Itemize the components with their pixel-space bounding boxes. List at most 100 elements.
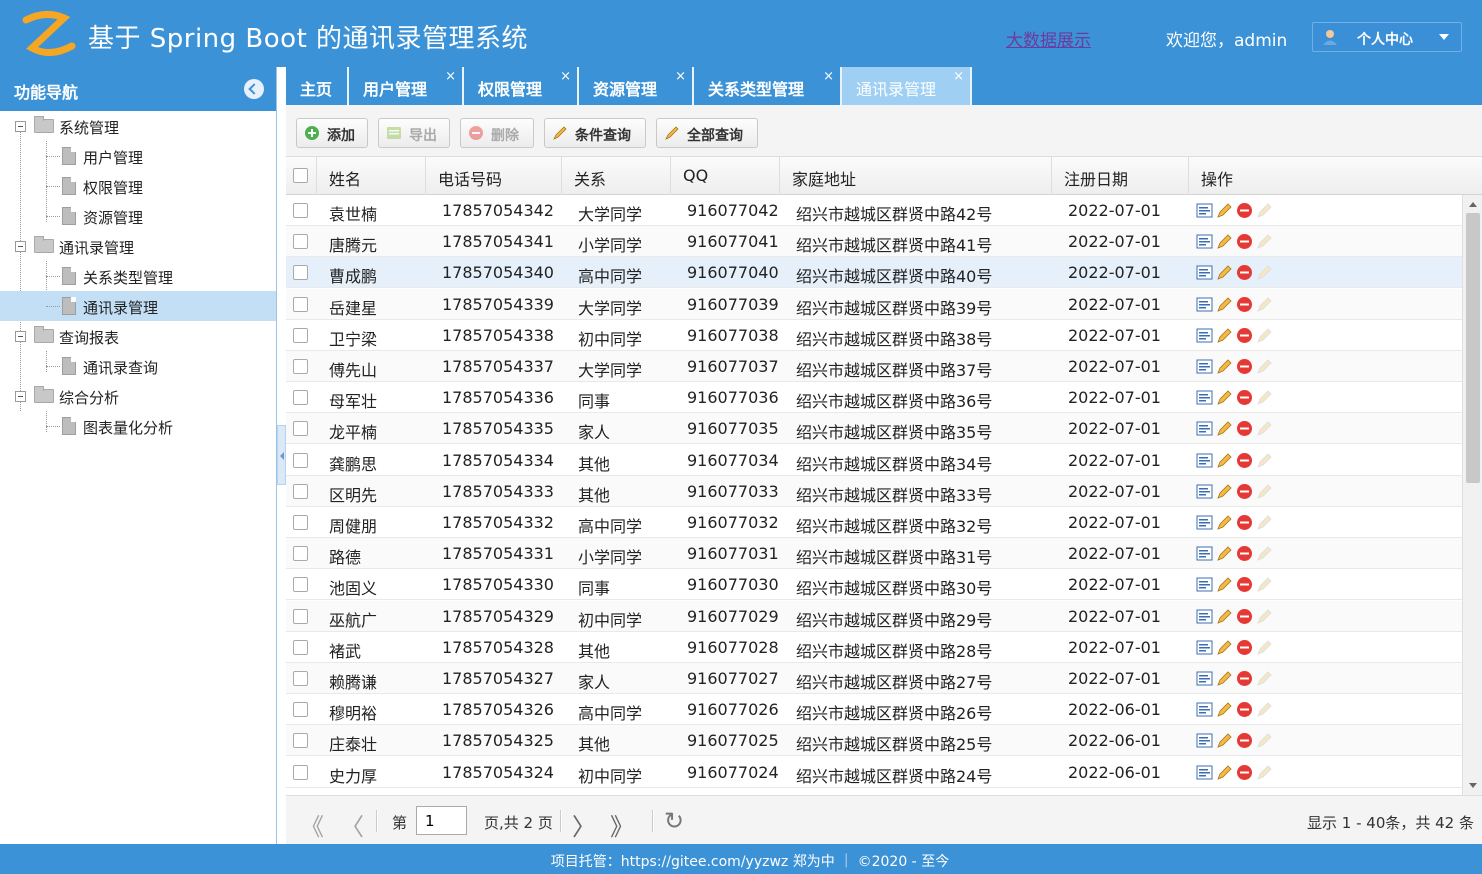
row-checkbox[interactable] bbox=[293, 390, 308, 406]
tab-home[interactable]: 主页 bbox=[286, 67, 349, 105]
row-checkbox[interactable] bbox=[293, 577, 308, 593]
row-checkbox[interactable] bbox=[293, 671, 308, 686]
view-detail-icon[interactable] bbox=[1196, 514, 1213, 531]
table-row[interactable]: 岳建星 17857054339 大学同学 916077039 绍兴市越城区群贤中路39号… bbox=[286, 288, 1462, 320]
scroll-up-icon[interactable] bbox=[1469, 202, 1477, 207]
column-header-phone[interactable]: 电话号码 bbox=[426, 157, 562, 195]
column-header-relation[interactable]: 关系 bbox=[562, 157, 671, 195]
column-header-qq[interactable]: QQ bbox=[671, 157, 780, 195]
select-all-checkbox[interactable] bbox=[293, 168, 308, 183]
tree-node-contacts-folder[interactable]: 通讯录管理 bbox=[0, 231, 276, 261]
close-icon[interactable]: × bbox=[445, 69, 456, 84]
delete-icon[interactable] bbox=[1236, 608, 1253, 625]
edit-icon[interactable] bbox=[1216, 483, 1233, 500]
delete-icon[interactable] bbox=[1236, 327, 1253, 344]
edit-icon[interactable] bbox=[1216, 545, 1233, 562]
delete-icon[interactable] bbox=[1236, 264, 1253, 281]
table-row[interactable]: 赖腾谦 17857054327 家人 916077027 绍兴市越城区群贤中路27号 20… bbox=[286, 663, 1462, 694]
big-data-link[interactable]: 大数据展示 bbox=[1006, 26, 1091, 51]
row-checkbox[interactable] bbox=[293, 452, 308, 468]
edit-icon[interactable] bbox=[1216, 202, 1233, 219]
edit-icon[interactable] bbox=[1216, 608, 1233, 625]
tree-node-resource-management[interactable]: 资源管理 bbox=[0, 201, 276, 231]
row-checkbox[interactable] bbox=[293, 764, 308, 780]
edit-icon[interactable] bbox=[1216, 639, 1233, 656]
row-checkbox[interactable] bbox=[293, 515, 308, 530]
tab-relation-type-management[interactable]: 关系类型管理 × bbox=[694, 67, 842, 105]
delete-icon[interactable] bbox=[1236, 452, 1253, 469]
tab-contacts-management[interactable]: 通讯录管理 × bbox=[842, 67, 972, 105]
all-query-button[interactable]: 全部查询 bbox=[656, 118, 758, 148]
table-row[interactable]: 唐腾元 17857054341 小学同学 916077041 绍兴市越城区群贤中路41号… bbox=[286, 226, 1462, 258]
table-row[interactable]: 巫航广 17857054329 初中同学 916077029 绍兴市越城区群贤中路29号… bbox=[286, 600, 1462, 632]
collapse-icon[interactable] bbox=[15, 331, 26, 342]
delete-icon[interactable] bbox=[1236, 670, 1253, 687]
view-detail-icon[interactable] bbox=[1196, 701, 1213, 718]
view-detail-icon[interactable] bbox=[1196, 327, 1213, 344]
row-checkbox[interactable] bbox=[293, 608, 308, 624]
edit-icon[interactable] bbox=[1216, 701, 1233, 718]
tree-node-comprehensive-analysis[interactable]: 综合分析 bbox=[0, 381, 276, 411]
tree-node-system-management[interactable]: 系统管理 bbox=[0, 111, 276, 141]
delete-icon[interactable] bbox=[1236, 545, 1253, 562]
delete-icon[interactable] bbox=[1236, 514, 1253, 531]
close-icon[interactable]: × bbox=[560, 69, 571, 84]
table-row[interactable]: 路德 17857054331 小学同学 916077031 绍兴市越城区群贤中路31号 2… bbox=[286, 538, 1462, 570]
collapse-icon[interactable] bbox=[15, 121, 26, 132]
tree-node-permission-management[interactable]: 权限管理 bbox=[0, 171, 276, 201]
edit-icon[interactable] bbox=[1216, 296, 1233, 313]
collapse-icon[interactable] bbox=[15, 241, 26, 252]
close-icon[interactable]: × bbox=[953, 69, 964, 84]
tab-user-management[interactable]: 用户管理 × bbox=[349, 67, 464, 105]
table-row[interactable]: 龚鹏思 17857054334 其他 916077034 绍兴市越城区群贤中路34号 20… bbox=[286, 445, 1462, 476]
tree-node-query-reports[interactable]: 查询报表 bbox=[0, 321, 276, 351]
next-page-icon[interactable]: 〉 bbox=[572, 807, 596, 842]
delete-icon[interactable] bbox=[1236, 764, 1253, 781]
delete-icon[interactable] bbox=[1236, 732, 1253, 749]
first-page-icon[interactable]: 《 bbox=[300, 807, 324, 842]
delete-button[interactable]: 删除 bbox=[460, 118, 534, 148]
scroll-down-icon[interactable] bbox=[1469, 783, 1477, 788]
view-detail-icon[interactable] bbox=[1196, 545, 1213, 562]
tree-node-chart-analysis[interactable]: 图表量化分析 bbox=[0, 411, 276, 441]
view-detail-icon[interactable] bbox=[1196, 670, 1213, 687]
edit-icon[interactable] bbox=[1216, 514, 1233, 531]
view-detail-icon[interactable] bbox=[1196, 389, 1213, 406]
row-checkbox[interactable] bbox=[293, 639, 308, 655]
edit-icon[interactable] bbox=[1216, 358, 1233, 375]
delete-icon[interactable] bbox=[1236, 639, 1253, 656]
row-checkbox[interactable] bbox=[293, 327, 308, 343]
table-row[interactable]: 傅先山 17857054337 大学同学 916077037 绍兴市越城区群贤中路37号… bbox=[286, 351, 1462, 382]
export-button[interactable]: 导出 bbox=[378, 118, 450, 148]
view-detail-icon[interactable] bbox=[1196, 483, 1213, 500]
edit-icon[interactable] bbox=[1216, 764, 1233, 781]
tree-node-contacts-query[interactable]: 通讯录查询 bbox=[0, 351, 276, 381]
edit-icon[interactable] bbox=[1216, 264, 1233, 281]
add-button[interactable]: 添加 bbox=[296, 118, 368, 148]
tab-permission-management[interactable]: 权限管理 × bbox=[464, 67, 579, 105]
collapse-icon[interactable] bbox=[15, 391, 26, 402]
row-checkbox[interactable] bbox=[293, 546, 308, 562]
delete-icon[interactable] bbox=[1236, 389, 1253, 406]
view-detail-icon[interactable] bbox=[1196, 639, 1213, 656]
panel-splitter[interactable] bbox=[277, 425, 286, 485]
edit-icon[interactable] bbox=[1216, 233, 1233, 250]
delete-icon[interactable] bbox=[1236, 233, 1253, 250]
row-checkbox[interactable] bbox=[293, 702, 308, 718]
view-detail-icon[interactable] bbox=[1196, 452, 1213, 469]
prev-page-icon[interactable]: 〈 bbox=[340, 807, 364, 842]
table-row[interactable]: 母军壮 17857054336 同事 916077036 绍兴市越城区群贤中路36号 20… bbox=[286, 382, 1462, 414]
table-row[interactable]: 区明先 17857054333 其他 916077033 绍兴市越城区群贤中路33号 20… bbox=[286, 475, 1462, 507]
delete-icon[interactable] bbox=[1236, 483, 1253, 500]
table-row[interactable]: 袁世楠 17857054342 大学同学 916077042 绍兴市越城区群贤中路42号… bbox=[286, 195, 1462, 226]
user-center-menu[interactable]: 个人中心 bbox=[1312, 22, 1462, 52]
row-checkbox[interactable] bbox=[293, 203, 308, 218]
conditional-query-button[interactable]: 条件查询 bbox=[544, 118, 646, 148]
vertical-scrollbar[interactable] bbox=[1462, 195, 1482, 795]
delete-icon[interactable] bbox=[1236, 296, 1253, 313]
delete-icon[interactable] bbox=[1236, 358, 1253, 375]
page-number-input[interactable] bbox=[416, 806, 467, 835]
edit-icon[interactable] bbox=[1216, 452, 1233, 469]
edit-icon[interactable] bbox=[1216, 389, 1233, 406]
column-header-name[interactable]: 姓名 bbox=[317, 157, 426, 195]
